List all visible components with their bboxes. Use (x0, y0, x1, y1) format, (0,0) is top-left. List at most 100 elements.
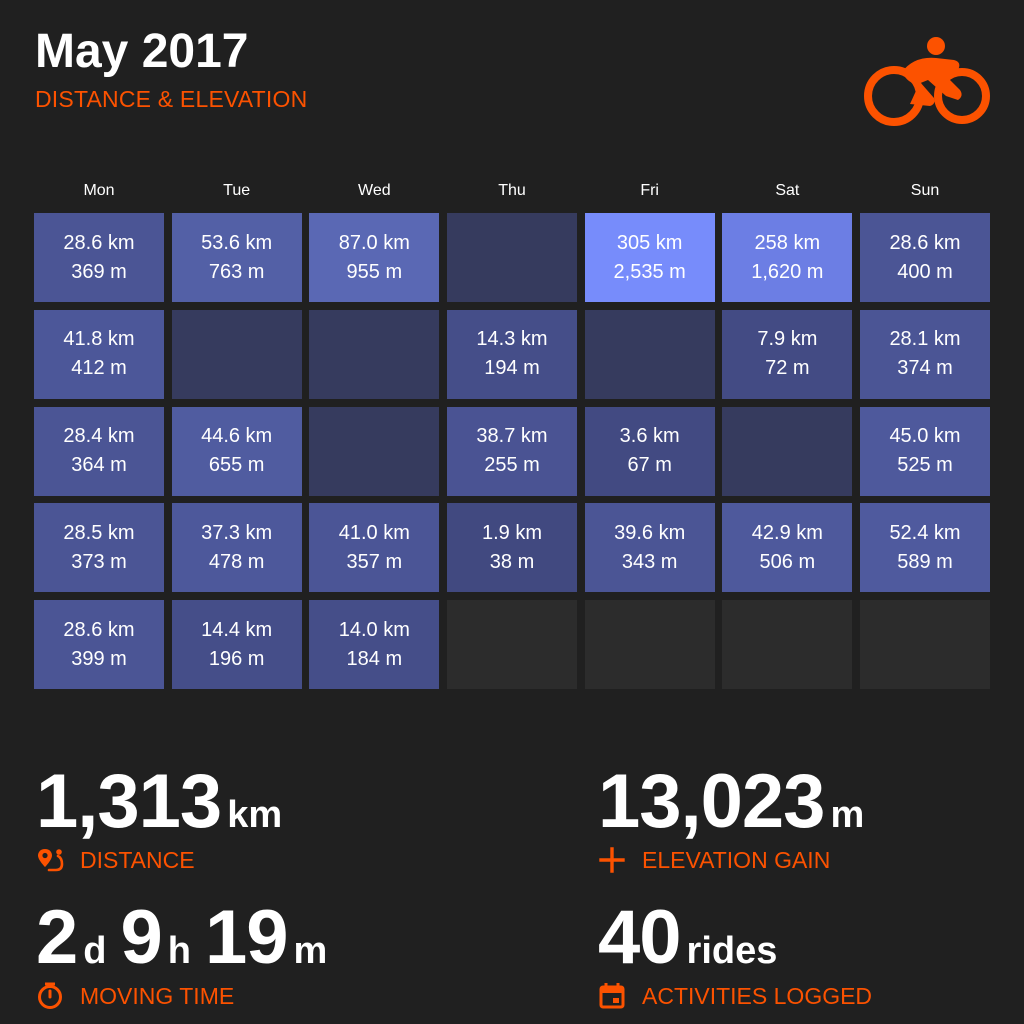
calendar-day-cell: 14.3 km 194 m (447, 309, 577, 399)
day-elevation: 369 m (71, 260, 127, 283)
moving-time-minutes: 19 (205, 895, 289, 980)
weekday-header: Mon Tue Wed Thu Fri Sat Sun (34, 182, 990, 204)
day-elevation: 196 m (208, 647, 265, 670)
day-distance: 305 km (616, 231, 683, 254)
day-elevation: 525 m (897, 454, 953, 476)
calendar-day-cell: 28.1 km 374 m (860, 309, 991, 399)
moving-time-days: 2 (36, 895, 78, 980)
calendar-day-cell: 14.4 km 196 m (171, 600, 302, 689)
day-distance: 3.6 km (619, 425, 680, 447)
moving-time-days-unit: d (83, 930, 107, 972)
calendar-day-cell (860, 600, 991, 689)
elevation-label: ELEVATION GAIN (642, 847, 831, 873)
distance-stat: 1,313 km DISTANCE (36, 762, 282, 874)
moving-time-stat: 2 d 9 h 19 m MOVING TIME (36, 898, 327, 1010)
day-distance: 28.4 km (63, 425, 135, 447)
weekday-label: Tue (223, 182, 251, 199)
calendar-day-cell: 41.8 km 412 m (34, 309, 164, 399)
calendar-day-cell (171, 309, 302, 399)
day-distance: 1.9 km (481, 521, 543, 544)
calendar-day-cell: 38.7 km 255 m (447, 406, 577, 496)
day-distance: 87.0 km (338, 231, 410, 254)
day-elevation: 184 m (346, 647, 403, 670)
calendar-day-cell (722, 600, 853, 689)
day-distance: 39.6 km (614, 521, 686, 544)
day-elevation: 478 m (208, 550, 265, 573)
day-elevation: 72 m (765, 357, 810, 380)
day-distance: 42.9 km (751, 521, 823, 544)
calendar-day-cell (722, 406, 853, 496)
rides-stat: 40 rides ACTIVITIES LOGGED (598, 898, 872, 1010)
day-elevation: 506 m (759, 550, 816, 573)
weekday-label: Wed (358, 182, 391, 199)
day-elevation: 364 m (71, 454, 127, 476)
calendar-day-cell (584, 309, 715, 399)
day-distance: 38.7 km (476, 425, 548, 447)
elevation-value: 13,023 (598, 759, 825, 844)
calendar-day-cell: 52.4 km 589 m (860, 503, 991, 593)
calendar-day-cell: 37.3 km 478 m (171, 503, 302, 593)
calendar-day-cell: 14.0 km 184 m (309, 600, 440, 689)
calendar-day-cell: 7.9 km 72 m (722, 309, 853, 399)
day-elevation: 2,535 m (613, 260, 686, 283)
moving-time-label: MOVING TIME (80, 983, 235, 1009)
weekday-label: Mon (83, 182, 115, 199)
calendar-day-cell: 41.0 km 357 m (309, 503, 440, 593)
calendar-grid: 28.6 km 369 m 53.6 km 763 m 87.0 km 955 m 305 … (34, 213, 991, 689)
day-elevation: 399 m (71, 647, 127, 670)
calendar-day-cell (309, 309, 440, 399)
day-distance: 28.6 km (63, 231, 135, 254)
day-elevation: 255 m (484, 454, 540, 476)
moving-time-hours-unit: h (167, 930, 191, 972)
weekday-label: Sun (910, 182, 940, 199)
day-elevation: 357 m (346, 550, 403, 573)
day-elevation: 763 m (208, 260, 265, 283)
day-elevation: 955 m (346, 260, 403, 283)
distance-unit: km (227, 794, 283, 836)
day-distance: 7.9 km (757, 328, 818, 351)
cyclist-logo-icon (864, 37, 990, 126)
day-elevation: 343 m (621, 550, 678, 573)
calendar-day-cell: 28.6 km 369 m (34, 213, 164, 302)
day-elevation: 589 m (897, 550, 953, 573)
day-distance: 53.6 km (201, 231, 273, 254)
day-elevation: 373 m (71, 550, 127, 573)
distance-label: DISTANCE (80, 847, 195, 873)
calendar-day-cell (447, 213, 577, 302)
day-distance: 41.0 km (338, 521, 410, 544)
weekday-label: Fri (640, 182, 659, 199)
moving-time-hours: 9 (120, 895, 163, 980)
calendar-day-cell: 42.9 km 506 m (722, 503, 853, 593)
day-distance: 14.4 km (201, 618, 273, 641)
page-subtitle: DISTANCE & ELEVATION (35, 86, 308, 112)
calendar-day-cell: 28.5 km 373 m (34, 503, 164, 593)
day-elevation: 194 m (484, 357, 540, 380)
calendar-day-cell (584, 600, 715, 689)
day-distance: 258 km (754, 231, 821, 254)
calendar-day-cell: 305 km 2,535 m (584, 213, 715, 302)
day-distance: 45.0 km (889, 425, 961, 447)
weekday-label: Thu (498, 182, 526, 199)
calendar-day-cell: 1.9 km 38 m (447, 503, 577, 593)
day-distance: 14.3 km (476, 328, 548, 351)
day-elevation: 400 m (897, 260, 953, 283)
calendar-day-cell: 28.6 km 399 m (34, 600, 164, 689)
elevation-unit: m (830, 794, 865, 836)
calendar-day-cell: 53.6 km 763 m (171, 213, 302, 302)
calendar-icon (599, 983, 625, 1009)
stopwatch-icon (38, 982, 62, 1009)
day-distance: 28.6 km (889, 231, 961, 254)
calendar-day-cell: 28.6 km 400 m (860, 213, 991, 302)
calendar-day-cell: 258 km 1,620 m (722, 213, 853, 302)
day-distance: 14.0 km (338, 618, 410, 641)
day-distance: 44.6 km (201, 425, 273, 447)
calendar-day-cell (309, 406, 440, 496)
day-elevation: 67 m (627, 454, 672, 476)
elevation-stat: 13,023 m ELEVATION GAIN (598, 762, 864, 874)
calendar-day-cell: 39.6 km 343 m (584, 503, 715, 593)
calendar-day-cell: 28.4 km 364 m (34, 406, 164, 496)
day-distance: 28.5 km (63, 521, 135, 544)
day-distance: 41.8 km (63, 328, 135, 351)
rides-label: ACTIVITIES LOGGED (642, 983, 873, 1009)
route-pin-icon (38, 849, 64, 872)
